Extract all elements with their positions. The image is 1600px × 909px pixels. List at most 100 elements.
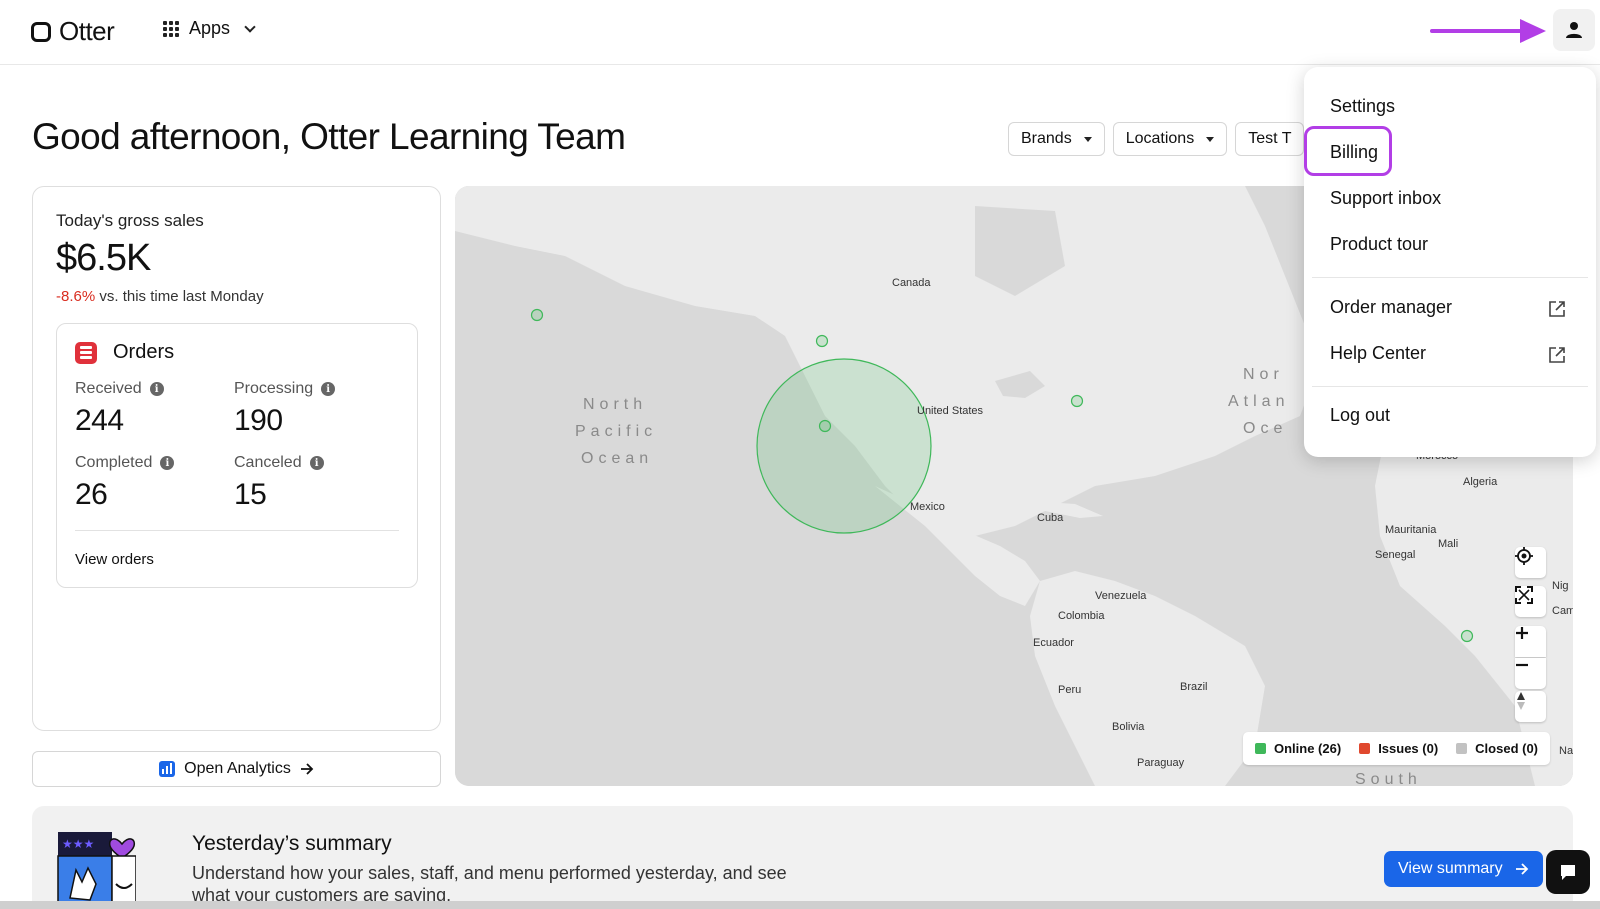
locate-icon: [1515, 547, 1533, 565]
caret-down-icon: [1206, 136, 1215, 142]
menu-item-log-out[interactable]: Log out: [1330, 405, 1390, 426]
legend-closed: Closed (0): [1456, 741, 1538, 756]
info-icon[interactable]: i: [321, 382, 336, 396]
map-label-cuba: Cuba: [1037, 512, 1064, 524]
map-label-north-pacific-2: Pacific: [575, 423, 657, 440]
map-label-peru: Peru: [1058, 684, 1081, 696]
received-value: 244: [75, 404, 124, 437]
arrow-right-icon: [300, 763, 314, 775]
map-label-senegal: Senegal: [1375, 549, 1415, 561]
map-label-north-atlantic-1: Nor: [1243, 366, 1284, 383]
brand-name: Otter: [59, 16, 115, 46]
map-label-bolivia: Bolivia: [1112, 721, 1145, 733]
otter-logo-mark: [31, 21, 51, 42]
arrow-right-icon: [1515, 863, 1528, 875]
menu-item-settings[interactable]: Settings: [1330, 96, 1395, 117]
yesterday-summary-banner: ★★★ Yesterday’s summary Understand how y…: [32, 806, 1573, 909]
info-icon[interactable]: i: [309, 456, 324, 470]
processing-label: Processing: [234, 380, 314, 397]
user-account-button[interactable]: [1553, 9, 1595, 51]
gross-sales-card: Today's gross sales $6.5K -8.6% vs. this…: [32, 186, 441, 731]
locate-me-button[interactable]: [1515, 547, 1546, 578]
user-icon: [1566, 22, 1582, 38]
top-bar: Otter Apps: [0, 0, 1600, 65]
external-link-icon[interactable]: [1548, 346, 1566, 364]
compass-icon: [1517, 692, 1525, 710]
locations-filter[interactable]: Locations: [1112, 122, 1228, 156]
fullscreen-button[interactable]: [1515, 586, 1546, 617]
view-summary-button[interactable]: View summary: [1384, 851, 1543, 887]
map-label-cameroon: Camero: [1552, 605, 1573, 617]
orders-processing-stat: Processing i 190: [234, 380, 336, 438]
summary-illustration: ★★★: [57, 832, 136, 908]
orders-panel: Orders Received i 244 Processing i 190 Com…: [56, 323, 418, 588]
legend-issues: Issues (0): [1359, 741, 1438, 756]
canceled-label: Canceled: [234, 454, 302, 471]
fullscreen-icon: [1515, 586, 1533, 604]
map-label-paraguay: Paraguay: [1137, 757, 1185, 769]
menu-divider: [1312, 386, 1588, 387]
legend-online-swatch: [1255, 743, 1266, 754]
summary-description: Understand how your sales, staff, and me…: [192, 863, 787, 905]
menu-item-billing[interactable]: Billing: [1330, 142, 1378, 163]
completed-value: 26: [75, 478, 108, 511]
received-label: Received: [75, 380, 142, 397]
zoom-out-button[interactable]: [1515, 658, 1546, 689]
view-orders-link[interactable]: View orders: [75, 551, 154, 568]
menu-divider: [1312, 277, 1588, 278]
map-label-colombia: Colombia: [1058, 610, 1105, 622]
menu-item-help-center[interactable]: Help Center: [1330, 343, 1426, 364]
canceled-value: 15: [234, 478, 267, 511]
menu-item-order-manager[interactable]: Order manager: [1330, 297, 1452, 318]
orders-canceled-stat: Canceled i 15: [234, 454, 324, 512]
orders-completed-stat: Completed i 26: [75, 454, 175, 512]
processing-value: 190: [234, 404, 283, 437]
external-link-icon[interactable]: [1548, 300, 1566, 318]
map-label-brazil: Brazil: [1180, 681, 1208, 693]
apps-menu-button[interactable]: Apps: [163, 18, 256, 39]
sales-delta-percent: -8.6%: [56, 288, 96, 305]
map-legend: Online (26) Issues (0) Closed (0): [1243, 732, 1551, 765]
completed-label: Completed: [75, 454, 153, 471]
orders-received-stat: Received i 244: [75, 380, 164, 438]
zoom-in-button[interactable]: [1515, 626, 1546, 657]
orders-icon: [75, 341, 97, 364]
brands-filter[interactable]: Brands: [1008, 122, 1105, 156]
compass-button[interactable]: [1515, 691, 1546, 722]
map-label-mauritania: Mauritania: [1385, 524, 1437, 536]
menu-item-support-inbox[interactable]: Support inbox: [1330, 188, 1441, 209]
page-title: Good afternoon, Otter Learning Team: [32, 116, 626, 157]
map-label-mali: Mali: [1438, 538, 1458, 550]
analytics-icon: [159, 761, 176, 777]
map-label-na: Na: [1559, 745, 1573, 757]
info-icon[interactable]: i: [160, 456, 175, 470]
map-label-north-pacific-3: Ocean: [581, 450, 653, 467]
locations-filter-label: Locations: [1125, 130, 1195, 147]
map-label-algeria: Algeria: [1463, 476, 1498, 488]
map-label-north-atlantic-2: Atlan: [1228, 393, 1289, 410]
divider: [75, 530, 399, 531]
chat-icon: [1561, 865, 1575, 880]
chevron-down-icon: [244, 20, 256, 33]
brands-filter-label: Brands: [1021, 130, 1072, 147]
filter-bar: Brands Locations Test T: [1008, 122, 1305, 156]
info-icon[interactable]: i: [149, 382, 164, 396]
map-label-mexico: Mexico: [910, 501, 945, 513]
open-analytics-button[interactable]: Open Analytics: [32, 751, 441, 787]
gross-sales-amount: $6.5K: [56, 237, 151, 279]
minus-icon: [1516, 663, 1528, 667]
apps-label: Apps: [189, 18, 231, 38]
menu-item-product-tour[interactable]: Product tour: [1330, 234, 1428, 255]
apps-grid-icon: [163, 20, 179, 37]
annotation-arrow-icon: [1430, 19, 1546, 43]
legend-closed-swatch: [1456, 743, 1468, 754]
gross-sales-title: Today's gross sales: [56, 211, 204, 230]
sales-delta-text: vs. this time last Monday: [95, 288, 264, 305]
legend-online: Online (26): [1255, 741, 1341, 756]
otter-logo[interactable]: Otter: [31, 16, 115, 47]
test-filter[interactable]: Test T: [1235, 122, 1305, 156]
map-label-north-atlantic-3: Oce: [1243, 420, 1287, 437]
orders-header: Orders: [75, 341, 174, 364]
chat-support-button[interactable]: [1546, 850, 1590, 894]
horizontal-scrollbar[interactable]: [0, 901, 1600, 909]
